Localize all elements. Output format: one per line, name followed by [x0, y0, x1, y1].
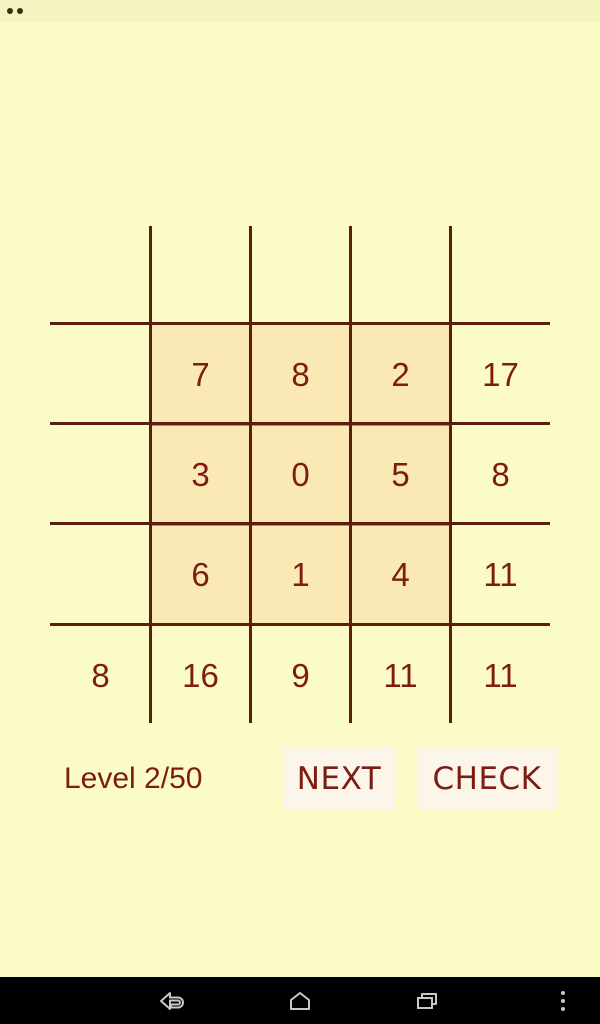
- menu-dot-2: [561, 998, 565, 1003]
- puzzle-cell-r1c0[interactable]: 3: [151, 425, 250, 524]
- row-sum-0: 17: [482, 356, 519, 393]
- menu-dot-1: [561, 990, 565, 995]
- recents-icon: [417, 992, 437, 1009]
- row-sum-2: 11: [483, 556, 518, 593]
- overflow-menu-button[interactable]: [540, 977, 586, 1024]
- row-sum-1: 8: [491, 456, 510, 493]
- back-icon: [160, 991, 184, 1010]
- android-navigation-bar: [0, 977, 600, 1024]
- puzzle-cell-r0c1[interactable]: 8: [251, 325, 350, 424]
- next-button[interactable]: NEXT: [283, 748, 395, 810]
- puzzle-cell-r2c0[interactable]: 6: [151, 525, 250, 624]
- home-button[interactable]: [246, 977, 354, 1024]
- col-sum-0: 16: [182, 657, 219, 694]
- diagonal-sum-anti: 8: [91, 657, 110, 694]
- puzzle-cell-r1c1[interactable]: 0: [251, 425, 350, 524]
- puzzle-cell-r1c2[interactable]: 5: [351, 425, 450, 524]
- check-button[interactable]: CHECK: [417, 748, 557, 810]
- app-root: 7 8 2 3 0 5 6 1 4 17 8 11 16 9 11 8 11 L…: [0, 0, 600, 1024]
- puzzle-cell-r2c2[interactable]: 4: [351, 525, 450, 624]
- menu-dot-3: [561, 1006, 565, 1011]
- col-sum-2: 11: [383, 657, 418, 694]
- overflow-menu-icon: [561, 989, 565, 1013]
- footer-bar: Level 2/50 NEXT CHECK: [0, 748, 600, 828]
- puzzle-cell-r2c1[interactable]: 1: [251, 525, 350, 624]
- level-label: Level 2/50: [64, 762, 203, 795]
- diagonal-sum-main: 11: [483, 657, 518, 694]
- home-icon: [290, 991, 310, 1010]
- back-button[interactable]: [118, 977, 226, 1024]
- puzzle-cell-r0c2[interactable]: 2: [351, 325, 450, 424]
- col-sum-1: 9: [291, 657, 310, 694]
- puzzle-cell-r0c0[interactable]: 7: [151, 325, 250, 424]
- recents-button[interactable]: [374, 977, 482, 1024]
